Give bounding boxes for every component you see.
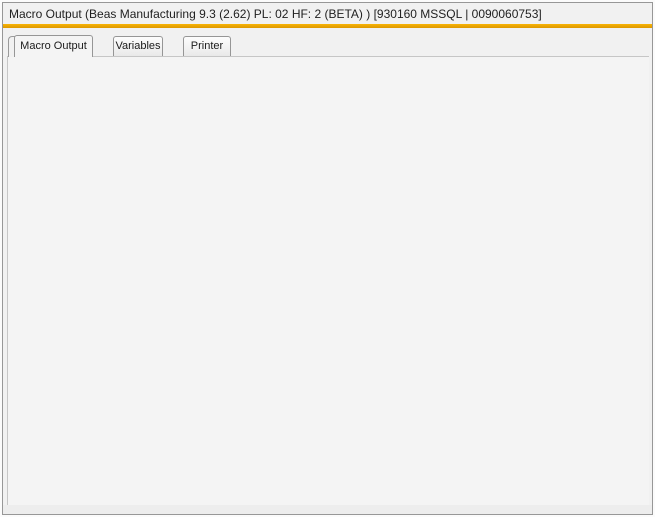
window-title: Macro Output (Beas Manufacturing 9.3 (2.… [9,7,542,21]
accent-line [3,24,652,28]
tab-printer-label: Printer [191,40,223,52]
macro-output-window: Macro Output (Beas Manufacturing 9.3 (2.… [0,0,655,517]
tab-macro-output-label: Macro Output [20,40,87,52]
form-panel [7,56,649,505]
tab-variables-label: Variables [115,40,160,52]
tab-macro-output[interactable]: Macro Output [14,35,93,57]
tab-variables[interactable]: Variables [113,36,163,56]
tab-printer[interactable]: Printer [183,36,231,56]
window-bottom-strip [3,505,652,514]
title-bar: Macro Output (Beas Manufacturing 9.3 (2.… [4,5,651,24]
